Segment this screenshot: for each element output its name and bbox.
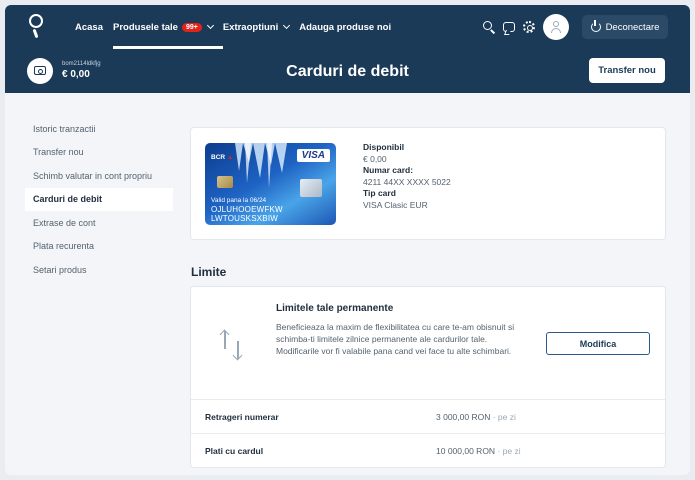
sidebar-item-carduri[interactable]: Carduri de debit [25,187,173,211]
card-number-label: Numar card: [363,165,414,175]
card-holder-line: LWTOUSKSXBIW [211,214,279,223]
limit-label: Retrageri numerar [205,412,279,422]
gear-icon[interactable] [523,21,535,33]
sidebar-item-istoric[interactable]: Istoric tranzactii [25,117,173,141]
nav-item-label: Extraoptiuni [222,21,279,33]
search-icon[interactable] [483,21,496,34]
logout-button[interactable]: Deconectare [582,15,668,39]
nav-item-produsele-tale[interactable]: Produsele tale 99+ [113,5,223,49]
limit-period: · pe zi [492,412,516,422]
power-icon [590,20,601,32]
limits-heading: Limitele tale permanente [276,303,394,314]
sidebar-item-plata-recurenta[interactable]: Plata recurenta [25,235,173,259]
sidebar-item-setari[interactable]: Setari produs [25,258,173,282]
card-details: Disponibil € 0,00 Numar card: 4211 44XX … [363,142,451,211]
card-panel: BCR VISA Valid pana la 06/24 OJLUHOOEWFK… [191,128,665,239]
debit-card-image[interactable]: BCR VISA Valid pana la 06/24 OJLUHOOEWFK… [205,143,336,225]
limit-label: Plati cu cardul [205,446,264,456]
sidebar: Istoric tranzactii Transfer nou Schimb v… [25,117,173,282]
card-valid-until: Valid pana la 06/24 [211,197,267,204]
limits-section-title: Limite [191,265,227,279]
notification-badge: 99+ [181,22,202,32]
limit-value: 3 000,00 RON · pe zi [436,412,516,422]
sidebar-item-extrase[interactable]: Extrase de cont [25,211,173,235]
transfer-button[interactable]: Transfer nou [589,58,665,83]
nav-item-extraoptiuni[interactable]: Extraoptiuni [222,5,291,49]
bank-logo-text: BCR [211,154,233,161]
card-holder-name: OJLUHOOEWFKW LWTOUSKSXBIW [211,205,283,223]
top-nav: Acasa Produsele tale 99+ Extraoptiuni Ad… [5,5,690,49]
chat-icon[interactable] [503,22,515,32]
limit-period: · pe zi [497,446,521,456]
card-number-value: 4211 44XX XXXX 5022 [363,176,451,187]
limit-amount: 3 000,00 RON [436,412,491,422]
page-title: Carduri de debit [286,63,409,80]
logout-label: Deconectare [605,21,660,33]
nav-item-label: Acasa [75,21,103,33]
nav-item-label: Produsele tale [113,21,178,33]
nav-item-acasa[interactable]: Acasa [75,5,103,49]
chevron-down-icon [206,21,214,30]
limit-row-cash: Retrageri numerar 3 000,00 RON · pe zi [191,399,665,433]
chevron-down-icon [283,21,291,30]
hologram [300,179,322,197]
card-holder-line: OJLUHOOEWFKW [211,205,283,214]
available-label: Disponibil [363,142,405,152]
limit-row-card-payments: Plati cu cardul 10 000,00 RON · pe zi [191,433,665,467]
limits-description: Beneficieaza la maxim de flexibilitatea … [276,322,515,356]
limits-panel: Limitele tale permanente Beneficieaza la… [191,287,665,467]
card-type-value: VISA Clasic EUR [363,199,428,210]
nav-item-label: Adauga produse noi [299,21,392,33]
bank-logo-icon[interactable] [25,14,47,40]
available-value: € 0,00 [363,153,387,164]
modify-button[interactable]: Modifica [546,332,650,355]
app-window: Acasa Produsele tale 99+ Extraoptiuni Ad… [5,5,690,475]
transfer-arrows-icon [221,331,245,361]
nav-icon-group [483,5,535,49]
limit-value: 10 000,00 RON · pe zi [436,446,521,456]
sidebar-item-schimb-valutar[interactable]: Schimb valutar in cont propriu [25,164,173,188]
nav-item-adauga-produse[interactable]: Adauga produse noi [299,5,391,49]
avatar[interactable] [543,14,569,40]
chip-icon [217,176,233,188]
card-type-label: Tip card [363,188,396,198]
limit-amount: 10 000,00 RON [436,446,496,456]
visa-logo: VISA [296,149,330,162]
sidebar-item-transfer[interactable]: Transfer nou [25,141,173,165]
